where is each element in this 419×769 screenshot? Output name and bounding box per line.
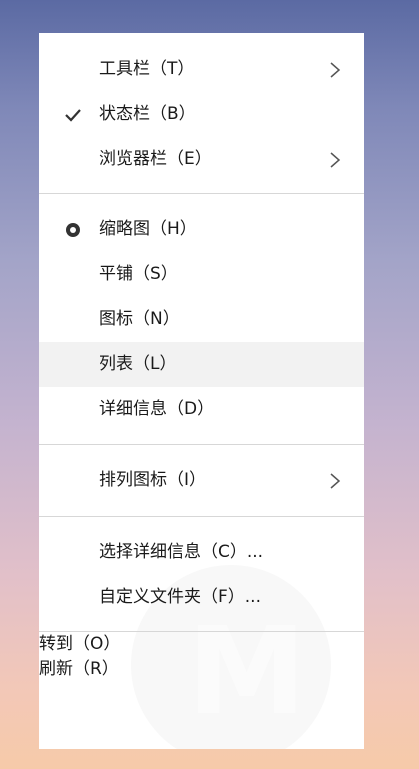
menu-item-list[interactable]: 列表（L）: [39, 342, 364, 387]
menu-item-tiles[interactable]: 平铺（S）: [39, 252, 364, 297]
menu-item-explorer-bar[interactable]: 浏览器栏（E）: [39, 137, 364, 182]
menu-item-label: 浏览器栏（E）: [99, 149, 212, 169]
chevron-right-icon: [330, 152, 341, 168]
menu-item-label: 状态栏（B）: [99, 104, 196, 124]
menu-item-refresh[interactable]: 刷新（R）: [39, 657, 119, 681]
chevron-right-icon: [330, 473, 341, 489]
menu-item-label: 工具栏（T）: [99, 59, 195, 79]
check-icon: [65, 109, 81, 122]
menu-separator: [39, 193, 364, 194]
menu-item-customize-folder[interactable]: 自定义文件夹（F）...: [39, 575, 364, 620]
menu-item-label: 缩略图（H）: [99, 219, 197, 239]
menu-separator: [39, 516, 364, 517]
menu-item-label: 自定义文件夹（F）...: [99, 587, 261, 607]
menu-item-arrange-icons[interactable]: 排列图标（I）: [39, 458, 364, 503]
menu-item-toolbar[interactable]: 工具栏（T）: [39, 47, 364, 92]
radio-selected-icon: [66, 223, 80, 237]
menu-item-label: 平铺（S）: [99, 264, 178, 284]
menu-separator: [39, 444, 364, 445]
menu-item-thumbnails[interactable]: 缩略图（H）: [39, 207, 364, 252]
menu-item-go-to[interactable]: 转到（O）: [39, 632, 120, 656]
menu-item-label: 详细信息（D）: [99, 399, 215, 419]
menu-item-details[interactable]: 详细信息（D）: [39, 387, 364, 432]
watermark-letter: M: [187, 603, 307, 742]
menu-item-icons[interactable]: 图标（N）: [39, 297, 364, 342]
menu-item-label: 图标（N）: [99, 309, 180, 329]
menu-item-choose-details[interactable]: 选择详细信息（C）...: [39, 530, 364, 575]
menu-item-label: 排列图标（I）: [99, 470, 207, 490]
menu-item-label: 列表（L）: [99, 354, 177, 374]
menu-item-label: 选择详细信息（C）...: [99, 542, 264, 562]
context-menu: M 工具栏（T） 状态栏（B） 浏览器栏（E） 缩略图（H） 平铺（S） 图标（…: [39, 33, 364, 749]
chevron-right-icon: [330, 62, 341, 78]
menu-item-statusbar[interactable]: 状态栏（B）: [39, 92, 364, 137]
